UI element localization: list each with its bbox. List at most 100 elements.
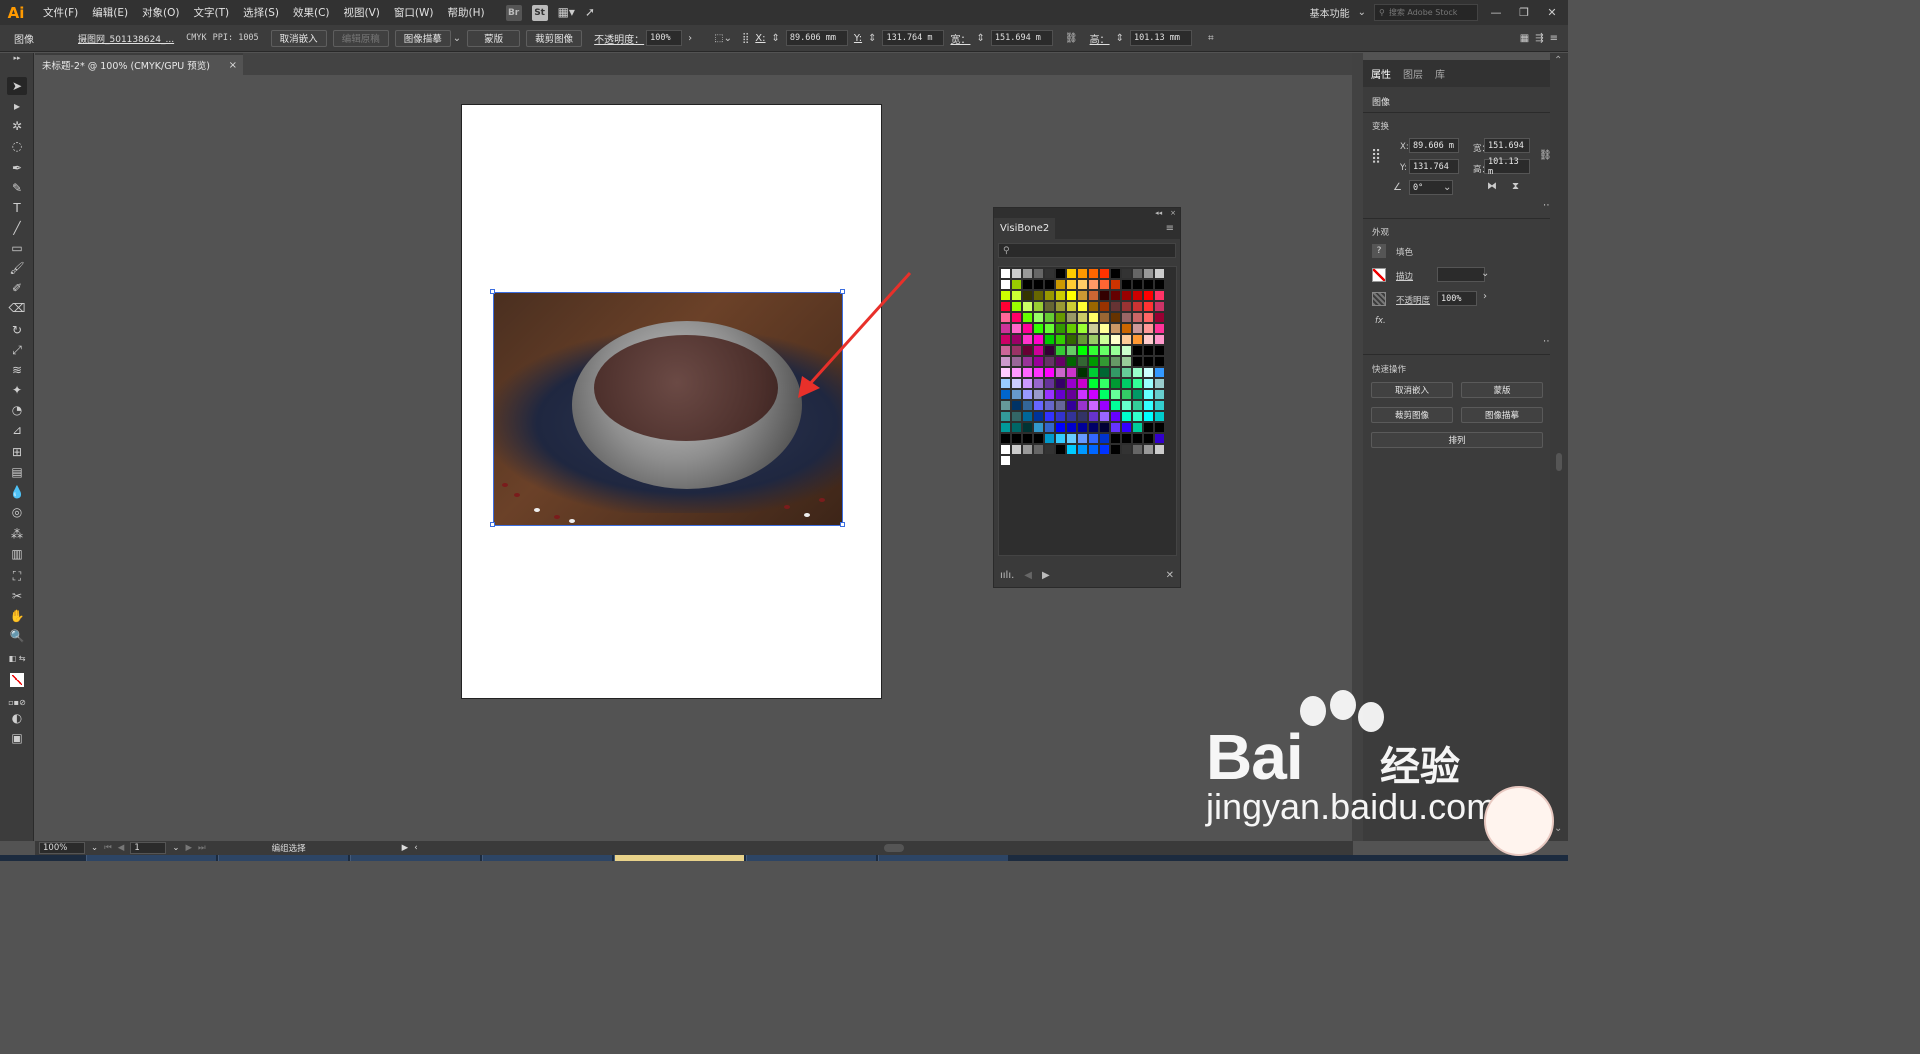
color-swatch[interactable] <box>1100 324 1110 334</box>
color-swatch[interactable] <box>1144 368 1154 378</box>
stepper-icon[interactable]: ⇕ <box>976 33 984 44</box>
color-swatch[interactable] <box>1155 445 1165 455</box>
type-tool-icon[interactable]: T <box>7 199 27 217</box>
rectangle-tool-icon[interactable]: ▭ <box>7 239 27 257</box>
color-swatch[interactable] <box>1111 346 1121 356</box>
stepper-icon[interactable]: ⇕ <box>772 33 780 44</box>
previous-artboard-icon[interactable]: ◀ <box>118 843 125 853</box>
color-swatch[interactable] <box>1034 390 1044 400</box>
color-swatch[interactable] <box>1122 423 1132 433</box>
gpu-performance-icon[interactable]: ➚ <box>585 5 595 21</box>
color-swatch[interactable] <box>1045 412 1055 422</box>
chevron-down-icon[interactable]: ⌄ <box>91 843 98 853</box>
color-swatch[interactable] <box>1045 324 1055 334</box>
color-swatch[interactable] <box>1111 313 1121 323</box>
color-swatch[interactable] <box>1045 357 1055 367</box>
color-swatch[interactable] <box>1078 357 1088 367</box>
color-swatch[interactable] <box>1045 280 1055 290</box>
screen-mode-icon[interactable]: ▣ <box>7 729 27 747</box>
color-swatch[interactable] <box>1155 291 1165 301</box>
color-swatch[interactable] <box>1012 368 1022 378</box>
color-swatch[interactable] <box>1034 379 1044 389</box>
color-swatch[interactable] <box>1122 445 1132 455</box>
color-swatch[interactable] <box>1078 324 1088 334</box>
hamburger-menu-icon[interactable]: ≡ <box>1550 33 1558 44</box>
scale-tool-icon[interactable]: ⤢ <box>7 341 27 359</box>
first-artboard-icon[interactable]: ⏮ <box>104 843 112 853</box>
chevron-down-icon[interactable]: ⌄ <box>1443 182 1451 193</box>
color-swatch[interactable] <box>1001 379 1011 389</box>
color-swatch[interactable] <box>1089 280 1099 290</box>
color-swatch[interactable] <box>1045 313 1055 323</box>
color-swatch[interactable] <box>1078 379 1088 389</box>
color-swatch[interactable] <box>1089 269 1099 279</box>
color-swatch[interactable] <box>1045 302 1055 312</box>
color-swatch[interactable] <box>1122 390 1132 400</box>
color-swatch[interactable] <box>1133 423 1143 433</box>
color-swatch[interactable] <box>1045 368 1055 378</box>
color-swatch[interactable] <box>1100 346 1110 356</box>
shape-builder-tool-icon[interactable]: ◔ <box>7 401 27 419</box>
color-swatch[interactable] <box>1012 346 1022 356</box>
symbol-sprayer-tool-icon[interactable]: ⁂ <box>7 525 27 543</box>
arrange-documents-icon[interactable]: ▦▾ <box>558 5 575 21</box>
color-swatch[interactable] <box>1111 357 1121 367</box>
next-library-icon[interactable]: ▶ <box>1042 570 1050 581</box>
opacity-label[interactable]: 不透明度 <box>1396 294 1430 306</box>
color-swatch[interactable] <box>1089 401 1099 411</box>
color-swatch[interactable] <box>1111 434 1121 444</box>
zoom-tool-icon[interactable]: 🔍 <box>7 627 27 645</box>
warp-tool-icon[interactable]: ≋ <box>7 361 27 379</box>
blend-tool-icon[interactable]: ◎ <box>7 503 27 521</box>
opacity-field[interactable]: 100% <box>646 30 683 46</box>
color-swatch[interactable] <box>1089 346 1099 356</box>
color-swatch[interactable] <box>1111 401 1121 411</box>
color-swatch[interactable] <box>1001 390 1011 400</box>
color-swatch[interactable] <box>1023 346 1033 356</box>
color-swatch[interactable] <box>1133 434 1143 444</box>
swatch-search-input[interactable]: ⚲ <box>998 243 1176 258</box>
tab-layers[interactable]: 图层 <box>1403 66 1423 81</box>
color-swatch[interactable] <box>1089 313 1099 323</box>
color-swatch[interactable] <box>1056 269 1066 279</box>
color-swatch[interactable] <box>1056 368 1066 378</box>
color-swatch[interactable] <box>1133 368 1143 378</box>
scroll-thumb[interactable] <box>1556 453 1562 471</box>
color-swatch[interactable] <box>1122 357 1132 367</box>
color-swatch[interactable] <box>1100 412 1110 422</box>
mesh-tool-icon[interactable]: ⊞ <box>7 443 27 461</box>
selection-tool-icon[interactable]: ➤ <box>7 77 27 95</box>
color-swatch[interactable] <box>1056 379 1066 389</box>
qa-trace-button[interactable]: 图像描摹 <box>1461 407 1543 423</box>
opacity-field[interactable]: 100% <box>1437 291 1477 306</box>
color-swatch[interactable] <box>1155 401 1165 411</box>
color-swatch[interactable] <box>1034 324 1044 334</box>
qa-arrange-button[interactable]: 排列 <box>1371 432 1543 448</box>
scroll-down-icon[interactable]: ⌄ <box>1554 823 1562 834</box>
color-swatch[interactable] <box>1012 434 1022 444</box>
color-swatch[interactable] <box>1133 346 1143 356</box>
menu-effect[interactable]: 效果(C) <box>286 5 337 20</box>
default-colors-icon[interactable]: ◧ ⇆ <box>7 649 27 667</box>
color-swatch[interactable] <box>1089 445 1099 455</box>
close-window-icon[interactable]: ✕ <box>1542 6 1562 19</box>
color-swatch[interactable] <box>1001 401 1011 411</box>
color-swatch[interactable] <box>1012 445 1022 455</box>
taskbar-item[interactable] <box>746 855 876 861</box>
chevron-right-icon[interactable]: › <box>688 33 692 44</box>
right-panel-scrollbar[interactable]: ⌃ ⌄ <box>1550 53 1568 841</box>
color-swatch[interactable] <box>1133 357 1143 367</box>
color-swatch[interactable] <box>1023 445 1033 455</box>
tab-visibone2[interactable]: VisiBone2 <box>994 218 1056 239</box>
color-swatch[interactable] <box>1034 445 1044 455</box>
stroke-none-icon[interactable] <box>1372 268 1386 282</box>
color-swatch[interactable] <box>1067 291 1077 301</box>
color-swatch[interactable] <box>1089 368 1099 378</box>
color-swatch[interactable] <box>1078 423 1088 433</box>
color-swatch[interactable] <box>1155 335 1165 345</box>
color-swatch[interactable] <box>1133 412 1143 422</box>
color-swatch[interactable] <box>1144 401 1154 411</box>
fill-unknown-icon[interactable]: ? <box>1372 244 1386 258</box>
hand-tool-icon[interactable]: ✋ <box>7 607 27 625</box>
color-swatch[interactable] <box>1056 401 1066 411</box>
